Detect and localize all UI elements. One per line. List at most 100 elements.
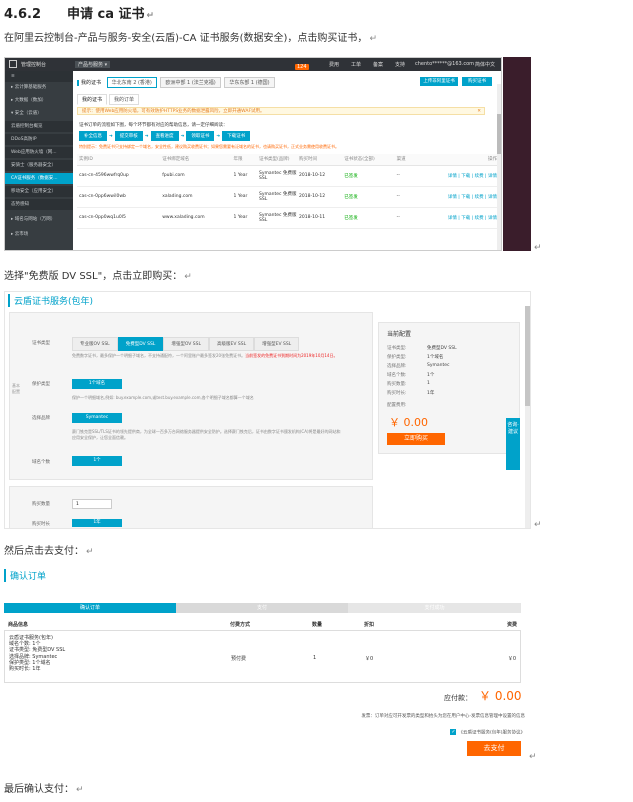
column-header: 操作	[412, 154, 501, 166]
topbar-link-beian[interactable]: 备案	[373, 61, 383, 68]
product-info: 云盾证书服务(包年) 域名个数: 1个 证书类型: 免费型DV SSL 选择品牌…	[9, 635, 66, 673]
column-header: 资费	[506, 622, 517, 628]
sidebar-item-big-data[interactable]: ▸ 大数据（数加）	[5, 95, 73, 106]
topbar-link-fee[interactable]: 费用	[329, 61, 339, 68]
sidebar-item-ca-cert[interactable]: CA证书服务（数据安...	[5, 173, 73, 184]
sidebar-toggle[interactable]: ≡	[5, 71, 73, 82]
status-badge: 已签发	[342, 186, 395, 208]
option-ev-advanced[interactable]: 高级版EV SSL	[209, 337, 255, 351]
section-heading: 4.6.2 申请 ca 证书 ↵	[4, 7, 155, 22]
quantity-input[interactable]: 1	[72, 499, 112, 509]
console-topbar: 管理控制台 产品与服务 ▾ 消息 124 费用 工单 备案 支持 chento*…	[5, 58, 501, 71]
section-title: 申请 ca 证书	[67, 7, 145, 22]
domain-count-label: 域名个数	[32, 460, 50, 465]
protect-one-domain-option[interactable]: 1个域名	[72, 379, 122, 389]
ssl-scrollbar[interactable]	[525, 306, 530, 528]
account-menu[interactable]: chento******@163.com	[415, 61, 474, 67]
language-switch[interactable]: 简体中文	[475, 61, 495, 68]
console-scrollbar[interactable]	[497, 84, 501, 250]
sidebar-item-situation[interactable]: 态势感知	[5, 199, 73, 210]
buy-count-label: 购买数量	[32, 502, 50, 507]
config-row: 域名个数: 1个	[387, 373, 435, 378]
buy-now-button[interactable]: 立即购买	[387, 433, 445, 445]
option-ov-pro[interactable]: 专业版OV SSL	[72, 337, 118, 351]
tab-my-certs[interactable]: 我的证书	[77, 94, 108, 105]
region-tab-hk[interactable]: 华北东南 2 (香港)	[106, 77, 157, 88]
progress-step-pay: 支付	[176, 603, 348, 613]
buy-time-option[interactable]: 1年	[72, 519, 122, 527]
close-icon[interactable]: ✕	[477, 108, 481, 114]
option-dv-free[interactable]: 免费型DV SSL	[117, 337, 164, 351]
column-header[interactable]: 证书状态(全部)	[342, 154, 395, 166]
cert-type: Symantec 免费版 SSL	[257, 186, 297, 208]
brand-symantec-option[interactable]: Symantec	[72, 413, 122, 423]
sidebar-item-cloud-computing[interactable]: ▸ 云计算基础服务	[5, 82, 73, 93]
sidebar-item-mobile-security[interactable]: 移动安全（应用安全）	[5, 186, 73, 197]
sidebar-item-overview[interactable]: 云盾控制台概览	[5, 121, 73, 132]
quantity-panel: 购买数量 1 购买时长 1年	[9, 486, 373, 528]
step-complete-info[interactable]: 补全信息	[79, 131, 107, 141]
buy-cert-button[interactable]: 购买证书	[462, 77, 492, 86]
tab-my-orders[interactable]: 我的订单	[109, 94, 140, 105]
config-row: 购买时长: 1年	[387, 391, 435, 396]
feedback-float-button[interactable]: 咨询·建议	[506, 418, 520, 470]
ssl-purchase-screenshot: 云盾证书服务(包年) 基本配置 证书类型 专业版OV SSL 免费型DV SSL 增…	[4, 291, 531, 529]
order-progress: 确认订单 支付 支付成功	[4, 603, 521, 613]
step-receive-cert[interactable]: 领取证书	[186, 131, 215, 141]
step-submit-review[interactable]: 提交审核	[114, 131, 143, 141]
column-header: 年限	[231, 154, 257, 166]
purchase-date: 2018-10-12	[297, 165, 343, 187]
paragraph-4: 最后确认支付： ↵	[4, 784, 84, 795]
order-product-row: 云盾证书服务(包年) 域名个数: 1个 证书类型: 免费型DV SSL 选择品牌…	[4, 631, 521, 683]
region-tab-de[interactable]: 华东东部 1 (德国)	[224, 77, 275, 88]
sidebar-item-waf[interactable]: Web应用防火墙（网...	[5, 147, 73, 158]
paragraph-3: 然后点击去支付： ↵	[4, 546, 94, 557]
arrow-right-icon: ➜	[109, 134, 113, 139]
step-view-progress[interactable]: 查看进度	[150, 131, 179, 141]
sidebar-item-domains[interactable]: ▸ 域名与网站（万网）	[5, 214, 73, 225]
row-actions[interactable]: 详情 | 下载 | 续费 | 详情	[412, 165, 501, 187]
order-discount: ￥0	[365, 656, 374, 662]
agreement-link[interactable]: 《云盾证书服务(包年)服务协议》	[458, 731, 525, 736]
table-header-row: 实例ID 证书绑定域名 年限 证书类型(品牌) 购买时间 证书状态(全部) 渠道…	[77, 154, 501, 166]
brand-description: 赛门铁克是SSL/TLS证书的领先提供商，为全球一百多万台网络服务器提供安全防护…	[72, 429, 341, 440]
paragraph-2: 选择"免费版 DV SSL"，点击立即购买： ↵	[4, 271, 192, 282]
topbar-link-support[interactable]: 支持	[395, 61, 405, 68]
channel: --	[394, 186, 413, 208]
region-tab-eu[interactable]: 欧洲中部 1 (法兰克福)	[160, 77, 221, 88]
products-menu[interactable]: 产品与服务 ▾	[75, 61, 111, 68]
agreement-checkbox[interactable]: ✓	[450, 729, 457, 735]
sidebar-item-market[interactable]: ▸ 云市场	[5, 229, 73, 240]
row-actions[interactable]: 详情 | 下载 | 续费 | 详情	[412, 207, 501, 229]
sidebar-item-aegis[interactable]: 安骑士（服务器安全）	[5, 160, 73, 171]
sidebar-item-security[interactable]: ▾ 安全（云盾）	[5, 108, 73, 119]
cert-years: 1 Year	[231, 186, 257, 208]
my-cert-title: 我的证书	[77, 80, 102, 86]
sidebar-item-ddos[interactable]: DDoS高防IP	[5, 134, 73, 145]
column-header[interactable]: 证书类型(品牌)	[257, 154, 297, 166]
table-row: cas-cn-0pp6wwil0wb xalading.com 1 Year S…	[77, 186, 501, 208]
free-cert-warning: 特别提示：免费证书只支持绑定一个域名，安全性低，建议购买收费证书；如果您需要有泛…	[79, 144, 339, 149]
go-pay-button[interactable]: 去支付	[467, 741, 521, 756]
config-row: 选择品牌: Symantec	[387, 363, 450, 369]
cert-domain: www.xalading.com	[160, 207, 232, 229]
status-badge: 已签发	[342, 165, 395, 187]
upload-cert-button[interactable]: 上传非阿里证书	[420, 77, 458, 86]
amount-due-label: 应付款：	[444, 694, 472, 702]
topbar-link-ticket[interactable]: 工单	[351, 61, 361, 68]
confirm-order-screenshot: 确认订单 确认订单 支付 支付成功 商品信息 付费方式 数量 折扣 资费 云盾证…	[4, 567, 525, 763]
arrow-right-icon: ➜	[180, 134, 185, 139]
column-header[interactable]: 购买时间	[297, 154, 343, 166]
option-ov-enhanced[interactable]: 增强型OV SSL	[163, 337, 210, 351]
cert-type: Symantec 免费版 SSL	[257, 165, 297, 187]
console-home-link[interactable]: 管理控制台	[21, 61, 46, 68]
purchase-date: 2018-10-11	[297, 207, 343, 229]
cert-type: Symantec 免费版 SSL	[257, 207, 297, 229]
domain-count-option[interactable]: 1个	[72, 456, 122, 466]
progress-step-success: 支付成功	[348, 603, 521, 613]
pay-method: 预付费	[231, 656, 247, 662]
option-ev-enhanced[interactable]: 增强型EV SSL	[254, 337, 300, 351]
row-actions[interactable]: 详情 | 下载 | 续费 | 详情	[412, 186, 501, 208]
step-download-cert[interactable]: 下载证书	[222, 131, 251, 141]
purchase-date: 2018-10-12	[297, 186, 343, 208]
